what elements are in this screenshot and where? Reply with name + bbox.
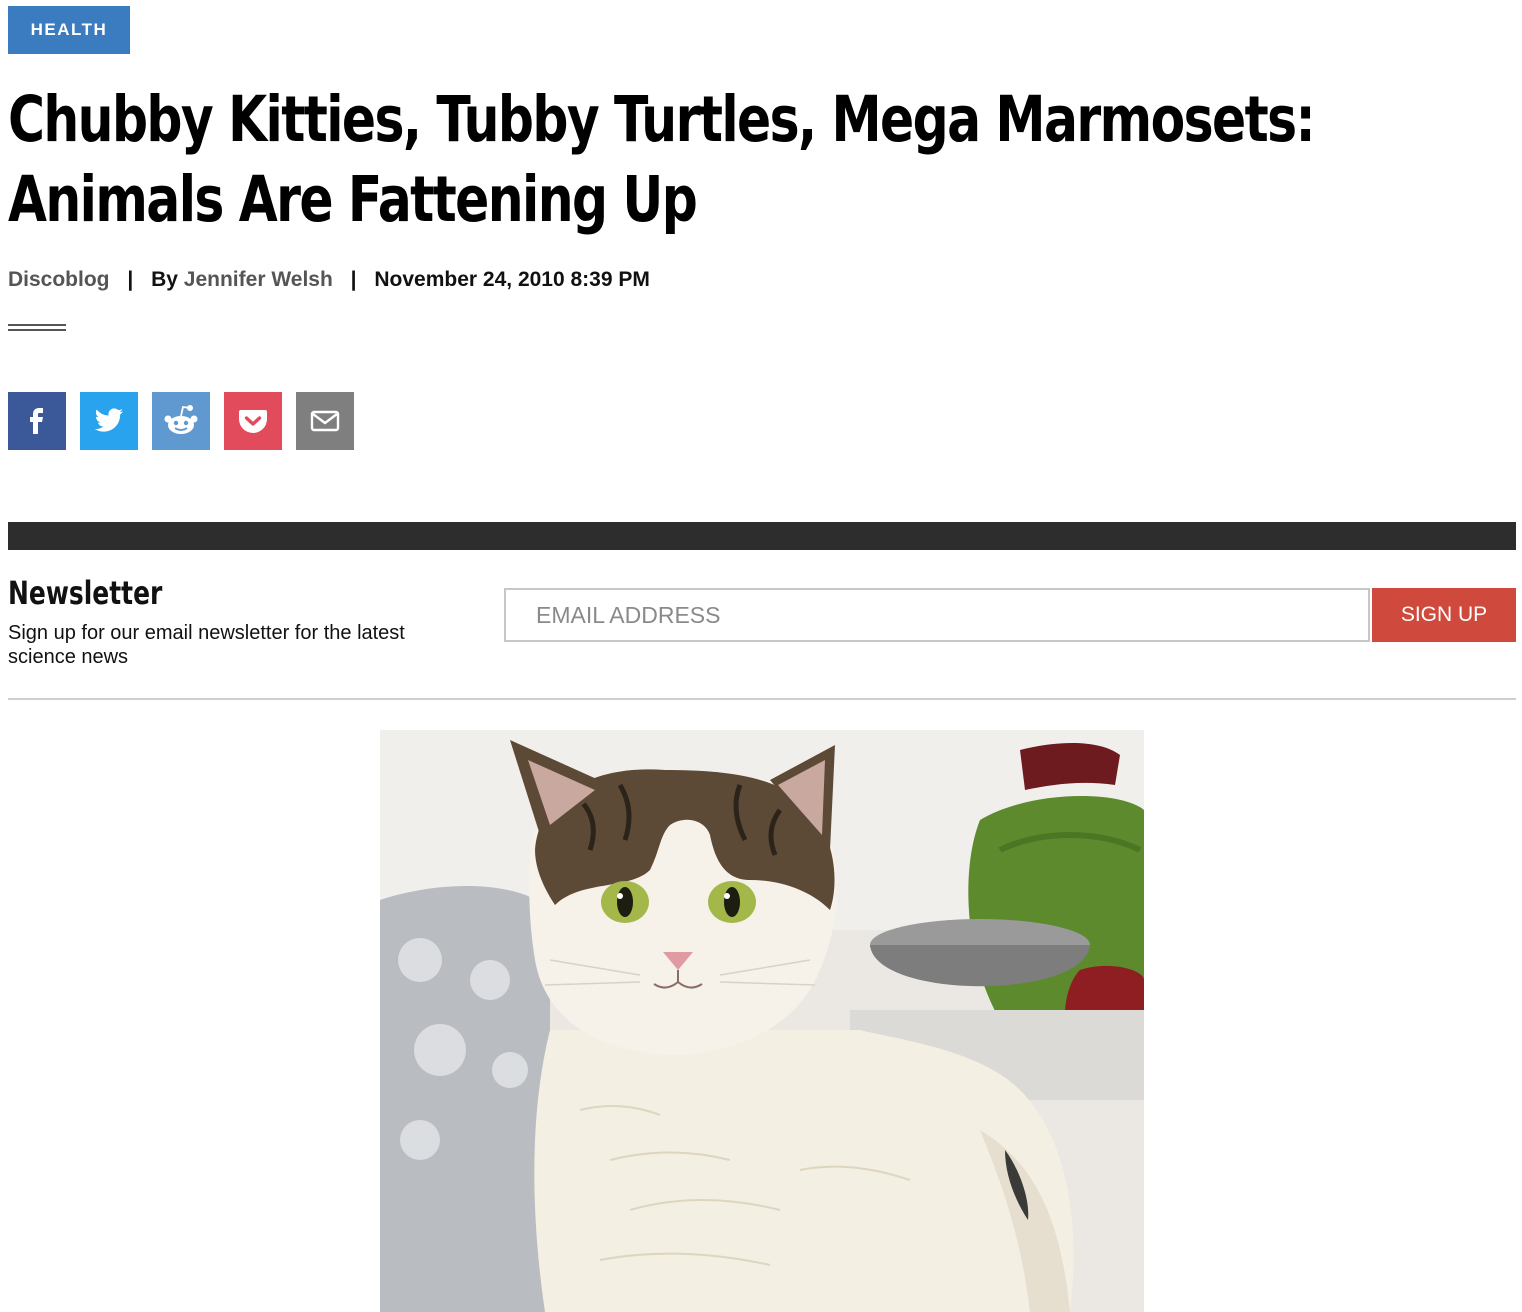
envelope-icon: [310, 410, 340, 432]
article-title: Chubby Kitties, Tubby Turtles, Mega Marm…: [8, 83, 1316, 236]
category-badge[interactable]: HEALTH: [8, 6, 130, 54]
share-pocket-button[interactable]: [224, 392, 282, 450]
share-buttons: [8, 392, 354, 450]
share-twitter-button[interactable]: [80, 392, 138, 450]
share-reddit-button[interactable]: [152, 392, 210, 450]
newsletter-signup-button[interactable]: SIGN UP: [1372, 588, 1516, 642]
newsletter-title: Newsletter: [8, 574, 163, 612]
share-email-button[interactable]: [296, 392, 354, 450]
twitter-icon: [94, 408, 124, 434]
section-bar: [8, 522, 1516, 550]
newsletter-description: Sign up for our email newsletter for the…: [8, 622, 405, 668]
blog-link[interactable]: Discoblog: [8, 268, 110, 291]
publish-date: November 24, 2010 8:39 PM: [374, 268, 650, 291]
fat-cat-photo: [380, 730, 1144, 1312]
by-prefix: By: [151, 268, 178, 291]
pocket-icon: [238, 407, 268, 435]
reddit-icon: [162, 404, 200, 438]
author-link[interactable]: Jennifer Welsh: [184, 268, 333, 291]
byline-separator: |: [350, 268, 357, 291]
facebook-icon: [25, 407, 49, 435]
share-facebook-button[interactable]: [8, 392, 66, 450]
newsletter-email-input[interactable]: [504, 588, 1370, 642]
newsletter-divider: [8, 698, 1516, 700]
title-divider: [8, 324, 66, 331]
byline-separator: |: [127, 268, 134, 291]
article-page: HEALTH Chubby Kitties, Tubby Turtles, Me…: [0, 0, 1522, 1312]
hero-image: [380, 730, 1144, 1312]
article-byline: Discoblog | By Jennifer Welsh | November…: [8, 268, 650, 292]
